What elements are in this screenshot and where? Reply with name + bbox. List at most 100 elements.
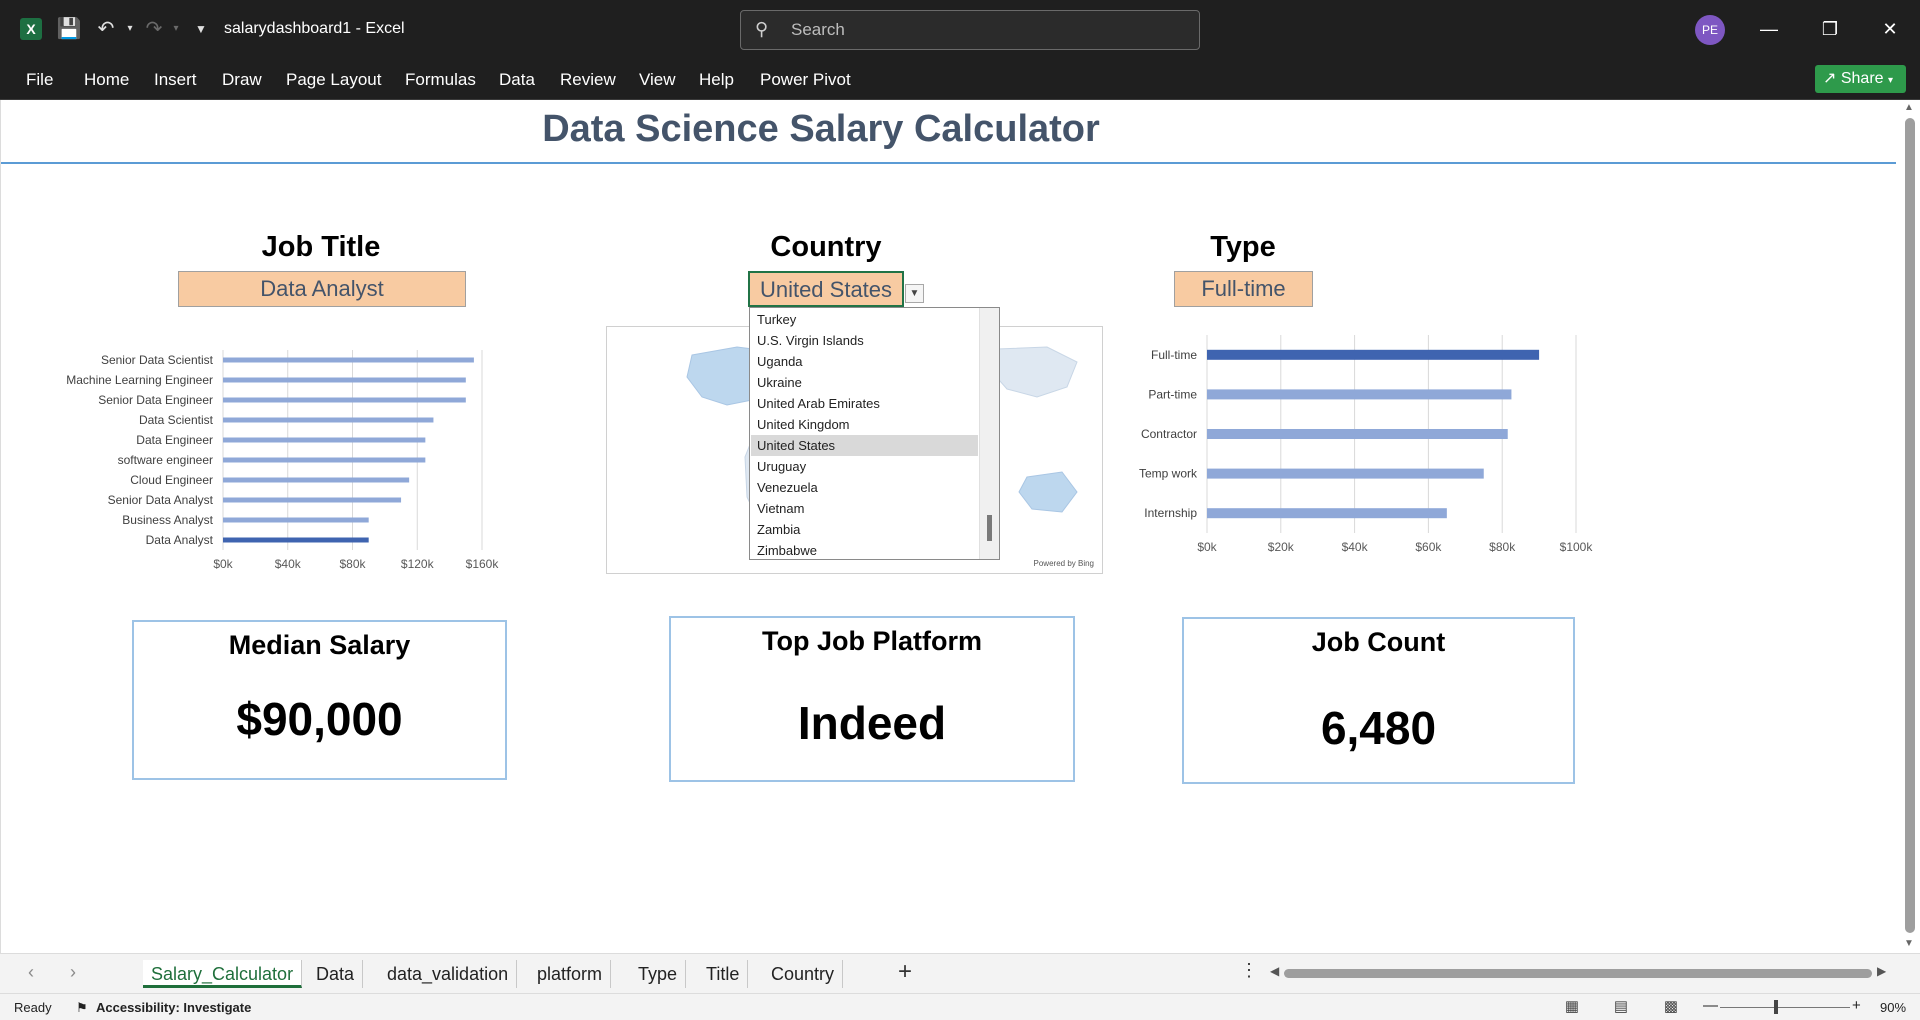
- country-dropdown-button[interactable]: ▼: [905, 284, 924, 303]
- title-divider: [1, 162, 1896, 164]
- country-option[interactable]: Venezuela: [751, 477, 978, 498]
- menu-review[interactable]: Review: [560, 70, 616, 90]
- country-dropdown-list[interactable]: Turkey U.S. Virgin Islands Uganda Ukrain…: [749, 307, 1000, 560]
- menu-file[interactable]: File: [26, 70, 53, 90]
- add-sheet-icon[interactable]: +: [898, 958, 912, 986]
- bar: [223, 357, 474, 363]
- scroll-down-icon[interactable]: ▼: [1904, 938, 1914, 949]
- dashboard-title: Data Science Salary Calculator: [542, 108, 1100, 150]
- search-input[interactable]: [791, 19, 1171, 41]
- vertical-scrollbar[interactable]: ▲ ▼: [1900, 100, 1920, 953]
- country-option[interactable]: Zambia: [751, 519, 978, 540]
- chevron-down-icon: ▾: [1888, 75, 1894, 86]
- tab-title[interactable]: Title: [698, 960, 749, 988]
- dropdown-scrollbar[interactable]: [979, 308, 999, 559]
- vertical-scroll-thumb[interactable]: [1905, 118, 1915, 933]
- country-option[interactable]: Turkey: [751, 309, 978, 330]
- menu-insert[interactable]: Insert: [154, 70, 197, 90]
- user-avatar[interactable]: PE: [1695, 15, 1725, 45]
- menu-formulas[interactable]: Formulas: [405, 70, 476, 90]
- category-label: Business Analyst: [122, 513, 213, 527]
- status-ready: Ready: [14, 1000, 52, 1015]
- tab-prev-icon[interactable]: ‹: [28, 962, 34, 983]
- type-chart-svg: $0k $20k $40k $60k $80k $100k Full-time Part-ti…: [1139, 335, 1593, 554]
- search-box[interactable]: ⚲: [740, 10, 1200, 50]
- country-cell[interactable]: United States: [748, 271, 904, 307]
- customize-toolbar-icon[interactable]: ▼: [188, 16, 214, 42]
- map-australia: [1018, 471, 1078, 513]
- zoom-in-icon[interactable]: +: [1852, 997, 1861, 1014]
- horizontal-scroll-thumb[interactable]: [1284, 969, 1872, 978]
- scroll-right-icon[interactable]: ▶: [1877, 964, 1886, 978]
- type-salary-chart[interactable]: $0k $20k $40k $60k $80k $100k Full-time Part-ti…: [1111, 325, 1611, 575]
- country-option[interactable]: United Arab Emirates: [751, 393, 978, 414]
- bar: [1207, 468, 1484, 479]
- menu-draw[interactable]: Draw: [222, 70, 262, 90]
- page-break-view-icon[interactable]: ▩: [1660, 997, 1682, 1017]
- bar: [223, 417, 434, 423]
- menu-home[interactable]: Home: [84, 70, 129, 90]
- bar: [223, 537, 369, 543]
- job-count-card: Job Count 6,480: [1182, 617, 1575, 784]
- country-option[interactable]: Vietnam: [751, 498, 978, 519]
- x-tick-label: $160k: [466, 557, 500, 571]
- title-bar: X 💾 ↶ ▾ ↷ ▾ ▼ salarydashboard1 - Excel ⚲…: [0, 0, 1920, 60]
- more-options-icon[interactable]: ⋮: [1240, 960, 1258, 981]
- country-option[interactable]: United Kingdom: [751, 414, 978, 435]
- x-tick-label: $40k: [1342, 540, 1369, 554]
- scroll-up-icon[interactable]: ▲: [1904, 102, 1914, 113]
- menu-help[interactable]: Help: [699, 70, 734, 90]
- worksheet[interactable]: Data Science Salary Calculator Job Title…: [0, 100, 1900, 953]
- restore-icon[interactable]: ❐: [1815, 14, 1845, 44]
- country-option[interactable]: Zimbabwe: [751, 540, 978, 559]
- save-icon[interactable]: 💾: [56, 16, 82, 42]
- dropdown-scroll-thumb[interactable]: [987, 515, 992, 541]
- undo-dropdown-icon[interactable]: ▾: [117, 16, 143, 42]
- zoom-out-icon[interactable]: —: [1703, 997, 1718, 1014]
- tab-salary-calculator[interactable]: Salary_Calculator: [143, 960, 303, 988]
- map-credit: Powered by Bing: [1033, 559, 1094, 568]
- tab-type[interactable]: Type: [630, 960, 687, 988]
- bar: [223, 437, 426, 443]
- bar: [1207, 429, 1508, 439]
- menu-view[interactable]: View: [639, 70, 676, 90]
- category-label: Data Analyst: [146, 533, 214, 547]
- tab-platform[interactable]: platform: [529, 960, 612, 988]
- zoom-slider-knob[interactable]: [1774, 1000, 1778, 1014]
- country-option[interactable]: Uruguay: [751, 456, 978, 477]
- tab-country[interactable]: Country: [763, 960, 844, 988]
- undo-icon[interactable]: ↶: [93, 16, 119, 42]
- horizontal-scrollbar[interactable]: ◀ ▶: [1270, 964, 1890, 980]
- menu-power-pivot[interactable]: Power Pivot: [760, 70, 851, 90]
- category-label: Senior Data Scientist: [101, 353, 214, 367]
- scroll-left-icon[interactable]: ◀: [1270, 964, 1279, 978]
- median-salary-card: Median Salary $90,000: [132, 620, 507, 780]
- redo-dropdown-icon[interactable]: ▾: [163, 16, 189, 42]
- menu-data[interactable]: Data: [499, 70, 535, 90]
- country-option[interactable]: Ukraine: [751, 372, 978, 393]
- job-title-cell[interactable]: Data Analyst: [178, 271, 466, 307]
- tab-data-validation[interactable]: data_validation: [379, 960, 518, 988]
- zoom-slider[interactable]: [1720, 1007, 1850, 1008]
- zoom-level[interactable]: 90%: [1880, 1000, 1906, 1015]
- type-cell[interactable]: Full-time: [1174, 271, 1313, 307]
- page-layout-view-icon[interactable]: ▤: [1610, 997, 1632, 1017]
- share-button[interactable]: ↗ Share ▾: [1815, 65, 1906, 93]
- close-icon[interactable]: ✕: [1875, 14, 1905, 44]
- job-title-salary-chart[interactable]: $0k $40k $80k $120k $160k Senior Data Scienti…: [41, 340, 541, 580]
- accessibility-status[interactable]: Accessibility: Investigate: [96, 1000, 251, 1015]
- accessibility-icon[interactable]: ⚑: [76, 1000, 88, 1016]
- top-platform-label: Top Job Platform: [762, 626, 982, 656]
- category-label: Machine Learning Engineer: [66, 373, 213, 387]
- country-option[interactable]: U.S. Virgin Islands: [751, 330, 978, 351]
- tab-data[interactable]: Data: [308, 960, 364, 988]
- tab-next-icon[interactable]: ›: [70, 962, 76, 983]
- category-label: software engineer: [118, 453, 213, 467]
- minimize-icon[interactable]: —: [1754, 14, 1784, 44]
- x-tick-label: $0k: [1197, 540, 1217, 554]
- top-platform-card: Top Job Platform Indeed: [669, 616, 1075, 782]
- normal-view-icon[interactable]: ▦: [1561, 997, 1583, 1017]
- country-option-selected[interactable]: United States: [751, 435, 978, 456]
- country-option[interactable]: Uganda: [751, 351, 978, 372]
- menu-page-layout[interactable]: Page Layout: [286, 70, 381, 90]
